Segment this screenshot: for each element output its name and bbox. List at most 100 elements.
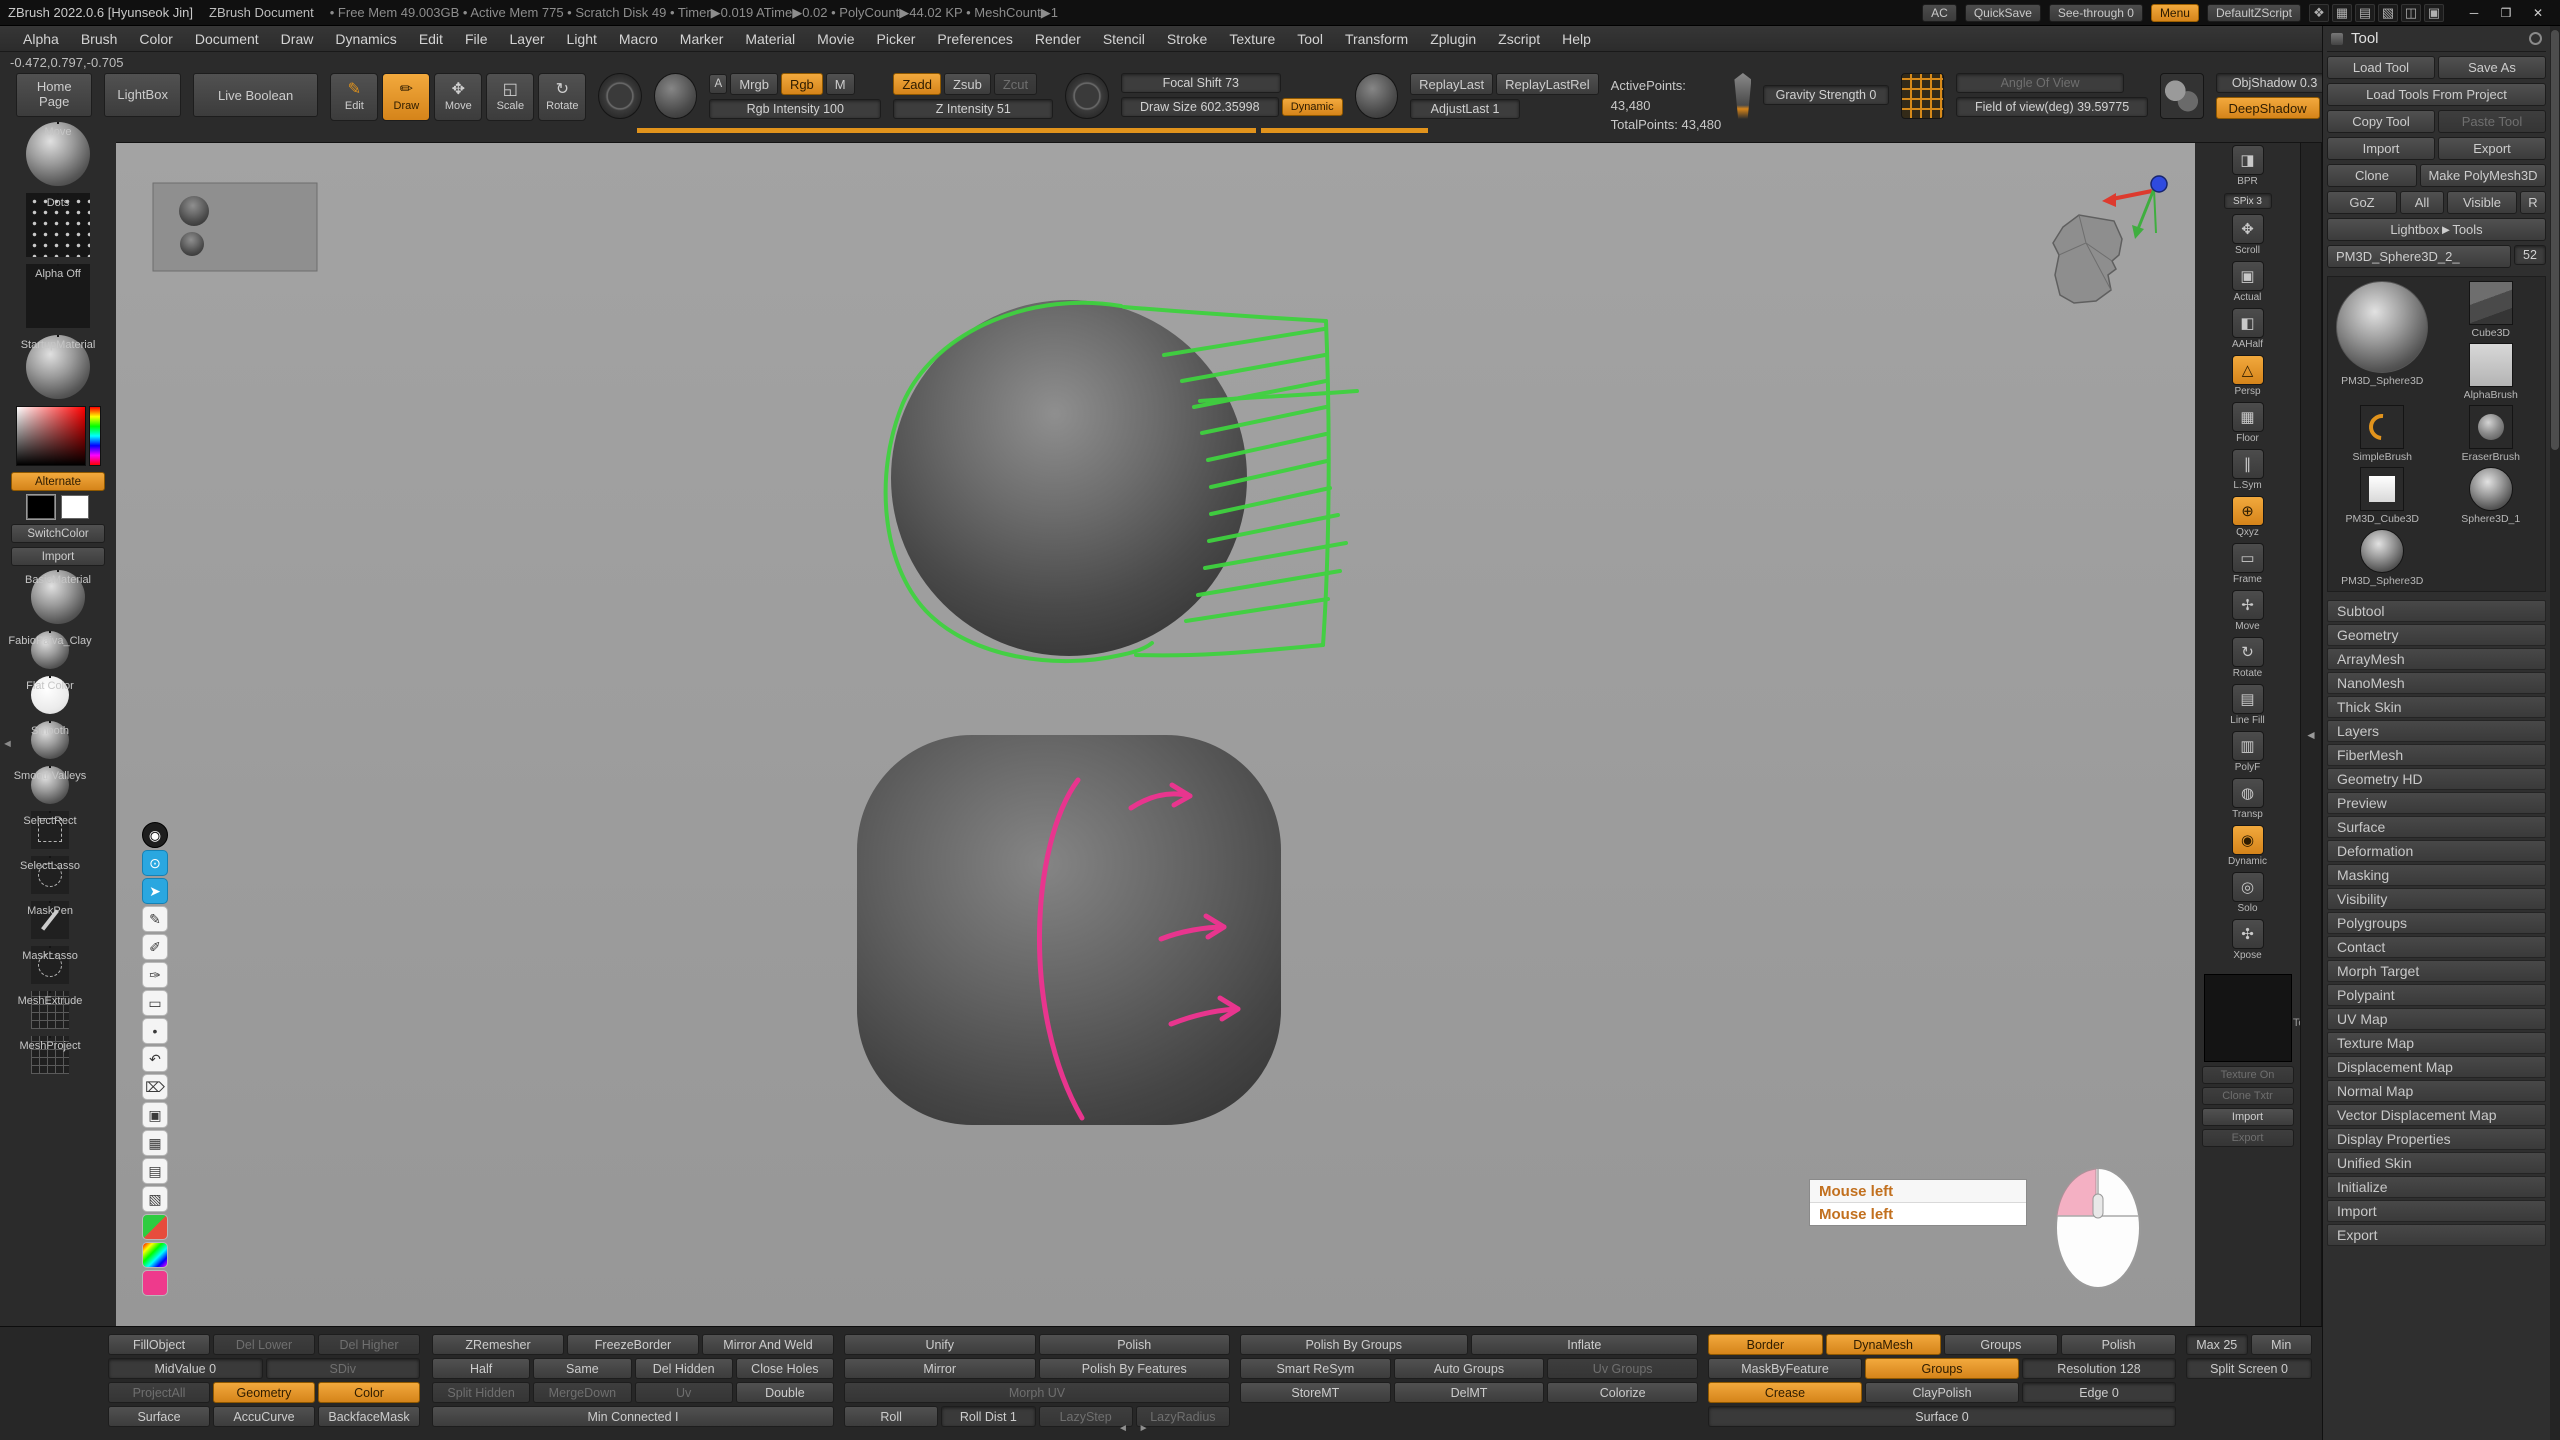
bottom-button[interactable]: ClayPolish — [1865, 1382, 2019, 1403]
tool-section[interactable]: Vector Displacement Map — [2327, 1104, 2546, 1126]
right-shelf-button[interactable]: ◍ Transp — [2224, 778, 2272, 820]
right-shelf-icon[interactable]: ▦ — [2232, 402, 2264, 432]
bottom-button[interactable]: Uv Groups — [1547, 1358, 1698, 1379]
right-shelf-icon[interactable]: ◉ — [2232, 825, 2264, 855]
right-shelf-button[interactable]: ∥ L.Sym — [2224, 449, 2272, 491]
replay-last-rel-button[interactable]: ReplayLastRel — [1496, 73, 1599, 95]
right-shelf-icon[interactable]: ◧ — [2232, 308, 2264, 338]
current-stroke-thumb[interactable]: Dots — [26, 193, 90, 257]
tool-thumb[interactable] — [2469, 405, 2513, 449]
right-tray-scrollbar[interactable] — [2550, 26, 2560, 1440]
paste-tool-button[interactable]: Paste Tool — [2438, 110, 2546, 133]
tool-section[interactable]: Subtool — [2327, 600, 2546, 622]
tool-thumbnail-item[interactable]: EraserBrush — [2439, 405, 2544, 463]
tool-section[interactable]: UV Map — [2327, 1008, 2546, 1030]
menu-item[interactable]: Preferences — [926, 26, 1023, 51]
bottom-button[interactable]: BackfaceMask — [318, 1406, 420, 1427]
bottom-button[interactable]: Resolution 128 — [2022, 1358, 2176, 1379]
tool-thumb[interactable] — [2469, 467, 2513, 511]
bottom-button[interactable]: MergeDown — [533, 1382, 631, 1403]
bottom-button[interactable]: Roll Dist 1 — [941, 1406, 1035, 1427]
palette-corner-icon[interactable] — [2529, 32, 2542, 45]
tool-thumb[interactable] — [2360, 467, 2404, 511]
pencil-icon[interactable]: ✎ — [142, 906, 168, 932]
color-a-chip[interactable]: A — [709, 74, 727, 94]
hue-strip[interactable] — [89, 406, 101, 466]
brush-item[interactable]: BasicMaterial — [31, 570, 85, 624]
zsub-button[interactable]: Zsub — [944, 73, 991, 95]
brush-item[interactable]: Smooth — [31, 721, 69, 759]
right-shelf-button[interactable]: ▭ Frame — [2224, 543, 2272, 585]
tool-section[interactable]: Geometry — [2327, 624, 2546, 646]
load-tool-button[interactable]: Load Tool — [2327, 56, 2435, 79]
tool-section[interactable]: Normal Map — [2327, 1080, 2546, 1102]
save-as-button[interactable]: Save As — [2438, 56, 2546, 79]
bottom-button[interactable]: Polish — [1039, 1334, 1231, 1355]
current-tool-name[interactable]: PM3D_Sphere3D_2_ — [2327, 245, 2511, 268]
bottom-button[interactable]: AccuCurve — [213, 1406, 315, 1427]
right-shelf-button[interactable]: ✥ Scroll — [2224, 214, 2272, 256]
texture-on-button[interactable]: Texture On — [2202, 1066, 2294, 1084]
current-tool-value[interactable]: 52 — [2514, 245, 2546, 265]
edit-mode-button[interactable]: ✎ Edit — [330, 73, 378, 121]
lightbox-button[interactable]: LightBox — [104, 73, 180, 117]
right-shelf-button[interactable]: ◧ AAHalf — [2224, 308, 2272, 350]
scale-mode-button[interactable]: ◱ Scale — [486, 73, 534, 121]
menu-item[interactable]: Render — [1024, 26, 1092, 51]
bottom-button[interactable]: Edge 0 — [2022, 1382, 2176, 1403]
bottom-button[interactable]: Del Hidden — [635, 1358, 733, 1379]
zadd-button[interactable]: Zadd — [893, 73, 941, 95]
eye-icon[interactable]: ⊙ — [142, 850, 168, 876]
bottom-button[interactable]: Border — [1708, 1334, 1823, 1355]
bottom-button[interactable]: Min Connected I — [432, 1406, 834, 1427]
dot-icon[interactable]: • — [142, 1018, 168, 1044]
texture-import-button[interactable]: Import — [2202, 1108, 2294, 1126]
make-polymesh3d-button[interactable]: Make PolyMesh3D — [2420, 164, 2546, 187]
right-shelf-icon[interactable]: ∥ — [2232, 449, 2264, 479]
tool-section[interactable]: Polygroups — [2327, 912, 2546, 934]
tool-section[interactable]: Deformation — [2327, 840, 2546, 862]
tool-thumb[interactable] — [2360, 529, 2404, 573]
right-shelf-icon[interactable]: ✣ — [2232, 919, 2264, 949]
brush-thumb[interactable] — [49, 631, 51, 633]
minimize-button[interactable]: ─ — [2460, 4, 2488, 22]
primary-color-swatch[interactable] — [27, 495, 55, 519]
menu-item[interactable]: Transform — [1334, 26, 1419, 51]
menu-item[interactable]: Document — [184, 26, 270, 51]
brush-item[interactable]: SelectRect — [31, 811, 69, 849]
right-shelf-icon[interactable]: ✥ — [2232, 214, 2264, 244]
right-shelf-button[interactable]: ◎ Solo — [2224, 872, 2272, 914]
texture-preview[interactable]: Te — [2204, 974, 2292, 1062]
tool-section[interactable]: Initialize — [2327, 1176, 2546, 1198]
brush-thumb[interactable] — [49, 676, 51, 678]
collapse-arrow-icon[interactable]: ◄ — [2305, 728, 2317, 742]
close-button[interactable]: ✕ — [2524, 4, 2552, 22]
goz-all-button[interactable]: All — [2400, 191, 2444, 214]
right-shelf-button[interactable]: ▣ Actual — [2224, 261, 2272, 303]
menu-item[interactable]: Layer — [499, 26, 556, 51]
bottom-button[interactable]: Double — [736, 1382, 834, 1403]
tool-thumb[interactable] — [2469, 343, 2513, 387]
brush-thumb[interactable] — [57, 570, 59, 572]
document-thumbnail[interactable] — [153, 183, 317, 271]
maximize-button[interactable]: ❒ — [2492, 4, 2520, 22]
bottom-button[interactable]: Geometry — [213, 1382, 315, 1403]
tool-section[interactable]: Morph Target — [2327, 960, 2546, 982]
current-brush-thumb[interactable]: Move — [26, 122, 90, 186]
document-canvas[interactable]: ◉ ⊙ ➤ ✎ ✐ ✑ ▭ • ↶ ⌦ ▣ ▦ — [116, 143, 2195, 1326]
import-tool-button[interactable]: Import — [2327, 137, 2435, 160]
right-shelf-icon[interactable]: ▣ — [2232, 261, 2264, 291]
import-color-button[interactable]: Import — [11, 547, 105, 566]
tool-section[interactable]: Surface — [2327, 816, 2546, 838]
right-shelf-button[interactable]: ⊕ Qxyz — [2224, 496, 2272, 538]
bottom-slider[interactable]: Split Screen 0 — [2186, 1358, 2312, 1379]
right-shelf-icon[interactable]: △ — [2232, 355, 2264, 385]
bottom-button[interactable]: Auto Groups — [1394, 1358, 1545, 1379]
shape-icon[interactable]: ▭ — [142, 990, 168, 1016]
screenshot-icon[interactable]: ▣ — [142, 1102, 168, 1128]
tool-section[interactable]: Displacement Map — [2327, 1056, 2546, 1078]
tool-section[interactable]: Preview — [2327, 792, 2546, 814]
z-intensity-slider[interactable]: Z Intensity 51 — [893, 99, 1053, 119]
marker-icon[interactable]: ✑ — [142, 962, 168, 988]
menu-item[interactable]: Stencil — [1092, 26, 1156, 51]
